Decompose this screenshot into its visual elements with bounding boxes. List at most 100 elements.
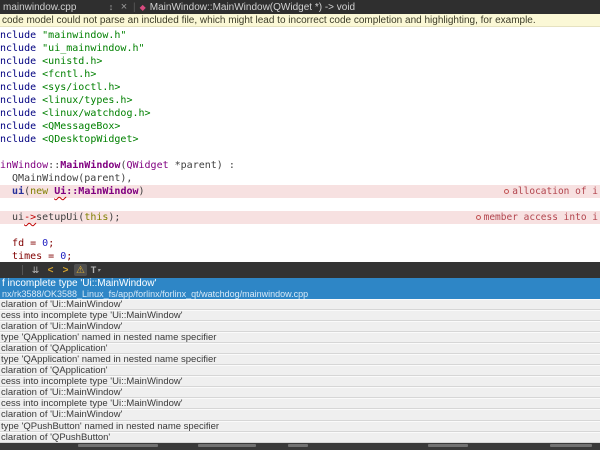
navbar-separator: | — [130, 2, 139, 13]
code-token: ui — [12, 186, 24, 197]
file-dropdown-icon[interactable]: ↕ — [104, 2, 118, 12]
taskbar-remnant — [550, 444, 592, 447]
code-line[interactable]: nclude <QMessageBox> — [0, 120, 600, 133]
code-line[interactable]: nclude <QDesktopWidget> — [0, 133, 600, 146]
issue-row[interactable]: claration of 'Ui::MainWindow' — [0, 387, 600, 398]
code-line[interactable]: nclude "mainwindow.h" — [0, 29, 600, 42]
code-token: this — [84, 212, 108, 223]
editor-navbar: mainwindow.cpp ↕ × | ◆ MainWindow::MainW… — [0, 0, 600, 14]
filter-dropdown-icon: ▾ — [97, 267, 100, 274]
code-token: <unistd.h> — [42, 56, 102, 67]
issue-row[interactable]: cess into incomplete type 'Ui::MainWindo… — [0, 398, 600, 409]
code-line[interactable]: ui->setupUi(this); member access into i — [0, 211, 600, 224]
code-token: nclude — [0, 82, 42, 93]
code-token: MainWindow — [60, 160, 120, 171]
code-line[interactable]: nclude <linux/types.h> — [0, 94, 600, 107]
expand-issues-icon[interactable]: ⇊ — [29, 264, 42, 276]
code-token: times = — [12, 251, 60, 262]
code-token: fd = — [12, 238, 42, 249]
issue-row[interactable]: cess into incomplete type 'Ui::MainWindo… — [0, 376, 600, 387]
issue-row[interactable]: claration of 'QApplication' — [0, 365, 600, 376]
code-token: <fcntl.h> — [42, 69, 96, 80]
annotation-text: member access into i — [484, 211, 598, 224]
code-token: <sys/ioctl.h> — [42, 82, 120, 93]
next-issue-icon[interactable]: > — [59, 264, 72, 276]
code-token: <QMessageBox> — [42, 121, 120, 132]
taskbar-remnant — [198, 444, 256, 447]
code-line[interactable]: nclude "ui_mainwindow.h" — [0, 42, 600, 55]
code-token: nclude — [0, 69, 42, 80]
code-token: setupUi( — [36, 212, 84, 223]
code-line[interactable]: fd = 0; — [0, 237, 600, 250]
code-token: nclude — [0, 108, 42, 119]
code-line[interactable]: inWindow::MainWindow(QWidget *parent) : — [0, 159, 600, 172]
code-line[interactable]: nclude <sys/ioctl.h> — [0, 81, 600, 94]
code-token: ; — [66, 251, 72, 262]
code-token: ); — [108, 212, 120, 223]
bottom-clipped-bar — [0, 443, 600, 450]
error-ring-icon — [504, 189, 509, 194]
code-token: <QDesktopWidget> — [42, 134, 138, 145]
issue-row[interactable]: type 'QApplication' named in nested name… — [0, 354, 600, 365]
code-line[interactable]: ui(new Ui::MainWindow)allocation of i — [0, 185, 600, 198]
code-token: -> — [24, 212, 36, 223]
code-editor[interactable]: nclude "mainwindow.h"nclude "ui_mainwind… — [0, 27, 600, 262]
code-token: "ui_mainwindow.h" — [42, 43, 144, 54]
code-model-warning-bar: code model could not parse an included f… — [0, 14, 600, 27]
issue-row[interactable]: type 'QPushButton' named in nested name … — [0, 421, 600, 432]
code-token: <linux/types.h> — [42, 95, 132, 106]
inline-error-annotation: member access into i — [476, 211, 598, 224]
error-ring-icon — [476, 215, 481, 220]
code-token — [0, 238, 12, 249]
previous-issue-icon[interactable]: < — [44, 264, 57, 276]
annotation-text: allocation of i — [512, 185, 598, 198]
code-line[interactable]: QMainWindow(parent), — [0, 172, 600, 185]
show-warnings-toggle-icon[interactable]: ⚠ — [74, 264, 87, 276]
filter-icon[interactable]: T▾ — [89, 264, 102, 276]
close-document-icon[interactable]: × — [118, 2, 130, 12]
code-lines: nclude "mainwindow.h"nclude "ui_mainwind… — [0, 29, 600, 262]
code-line[interactable] — [0, 146, 600, 159]
issue-row[interactable]: claration of 'QApplication' — [0, 343, 600, 354]
code-token — [0, 186, 12, 197]
issue-row[interactable]: cess into incomplete type 'Ui::MainWindo… — [0, 310, 600, 321]
taskbar-remnant — [78, 444, 158, 447]
issues-list[interactable]: claration of 'Ui::MainWindow'cess into i… — [0, 299, 600, 443]
warning-message: code model could not parse an included f… — [2, 15, 536, 26]
code-token: inWindow — [0, 160, 48, 171]
code-token: QWidget — [126, 160, 168, 171]
issue-row[interactable]: claration of 'Ui::MainWindow' — [0, 321, 600, 332]
code-token: "mainwindow.h" — [42, 30, 126, 41]
code-line[interactable]: nclude <fcntl.h> — [0, 68, 600, 81]
code-token: ) — [139, 186, 145, 197]
toolbar-separator — [22, 265, 23, 275]
symbol-diamond-icon: ◆ — [139, 3, 150, 12]
taskbar-remnant — [428, 444, 468, 447]
code-token: nclude — [0, 56, 42, 67]
code-line[interactable] — [0, 224, 600, 237]
issue-row[interactable]: type 'QApplication' named in nested name… — [0, 332, 600, 343]
code-token: ui — [0, 212, 24, 223]
code-line[interactable]: nclude <linux/watchdog.h> — [0, 107, 600, 120]
issue-row[interactable]: claration of 'Ui::MainWindow' — [0, 299, 600, 310]
code-line[interactable]: nclude <unistd.h> — [0, 55, 600, 68]
code-token: ; — [48, 238, 54, 249]
code-token: QMainWindow(parent), — [0, 173, 132, 184]
code-token: new — [30, 186, 54, 197]
code-token: <linux/watchdog.h> — [42, 108, 150, 119]
selected-issue-row[interactable]: f incomplete type 'Ui::MainWindow' nx/rk… — [0, 278, 600, 299]
code-line[interactable]: times = 0; — [0, 250, 600, 262]
code-token: *parent) : — [169, 160, 235, 171]
code-token: nclude — [0, 30, 42, 41]
code-token: nclude — [0, 43, 42, 54]
issue-row[interactable]: claration of 'QPushButton' — [0, 432, 600, 443]
symbol-breadcrumb[interactable]: MainWindow::MainWindow(QWidget *) -> voi… — [150, 2, 355, 13]
open-file-selector[interactable]: mainwindow.cpp — [0, 2, 104, 13]
code-token — [0, 251, 12, 262]
issue-row[interactable]: claration of 'Ui::MainWindow' — [0, 409, 600, 420]
taskbar-remnant — [288, 444, 308, 447]
code-line[interactable] — [0, 198, 600, 211]
code-token: nclude — [0, 121, 42, 132]
selected-issue-path: nx/rk3588/OK3588_Linux_fs/app/forlinx/fo… — [2, 289, 600, 299]
selected-issue-message: f incomplete type 'Ui::MainWindow' — [2, 279, 600, 289]
